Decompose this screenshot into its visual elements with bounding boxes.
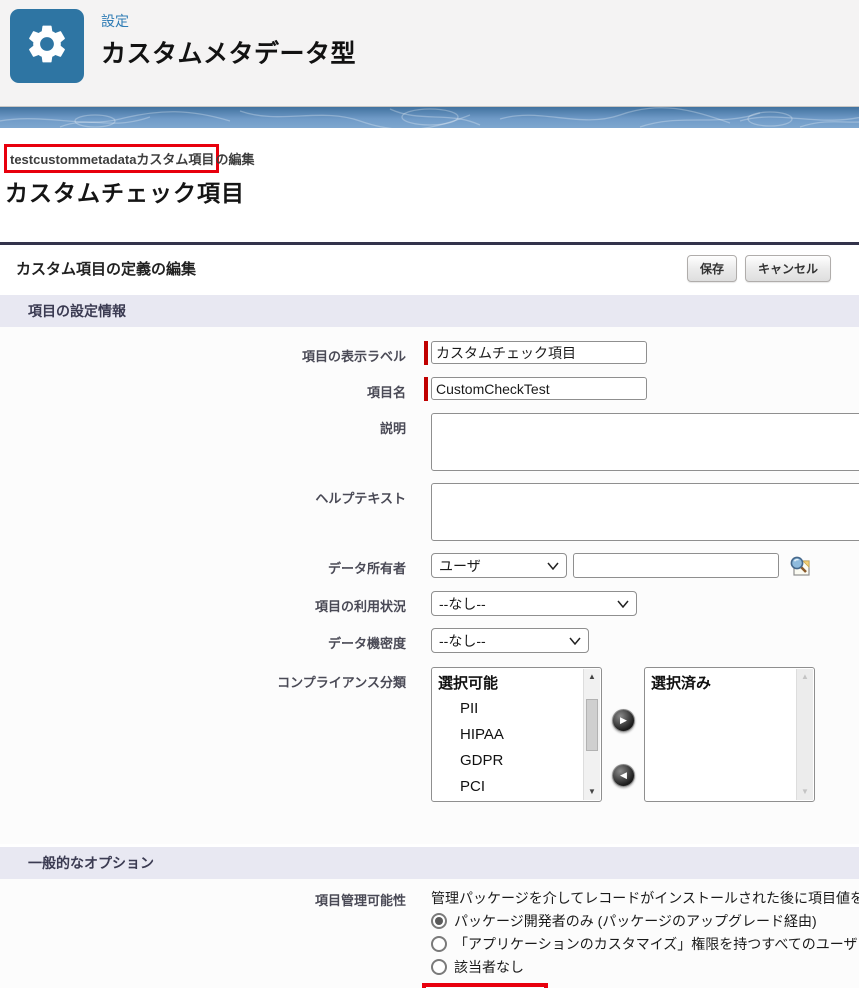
breadcrumb-area: testcustommetadataカスタム項目の編集 カスタムチェック項目 <box>0 128 859 208</box>
data-sensitivity-label: データ機密度 <box>327 636 406 651</box>
required-marker <box>424 377 428 401</box>
setup-header: 設定 カスタムメタデータ型 <box>0 0 859 107</box>
default-value-label: デフォルト値 <box>0 983 406 988</box>
arrow-left-icon: ◀ <box>620 770 627 780</box>
row-field-usage: 項目の利用状況 --なし-- <box>0 591 859 616</box>
display-label-label: 項目の表示ラベル <box>301 349 406 364</box>
row-data-sensitivity: データ機密度 --なし-- <box>0 628 859 653</box>
field-usage-value: --なし-- <box>439 595 486 612</box>
page-title: カスタムチェック項目 <box>5 180 245 206</box>
display-label-input[interactable] <box>431 341 647 364</box>
radio-option: 「アプリケーションのカスタマイズ」権限を持つすべてのユーザ (管 <box>431 934 859 954</box>
description-textarea[interactable] <box>431 413 859 471</box>
section-general-options: 一般的なオプション <box>0 847 859 879</box>
field-usage-label: 項目の利用状況 <box>314 599 406 614</box>
decorative-banner <box>0 107 859 128</box>
scrollbar-thumb[interactable] <box>586 699 598 751</box>
available-header: 選択可能 <box>438 675 499 692</box>
description-label: 説明 <box>379 421 406 436</box>
api-name-input[interactable] <box>431 377 647 400</box>
save-button[interactable]: 保存 <box>686 255 737 282</box>
field-usage-select[interactable]: --なし-- <box>431 591 637 616</box>
list-item[interactable]: PCI <box>438 774 581 800</box>
available-listbox[interactable]: 選択可能 PII HIPAA GDPR PCI ▲ ▼ <box>431 667 602 802</box>
general-options-form: 項目管理可能性 管理パッケージを介してレコードがインストールされた後に項目値を … <box>0 879 859 988</box>
selected-header: 選択済み <box>651 675 712 692</box>
cancel-button[interactable]: キャンセル <box>744 255 831 282</box>
panel-header: カスタム項目の定義の編集 保存 キャンセル <box>0 245 859 292</box>
compliance-label: コンプライアンス分類 <box>277 675 406 690</box>
section-field-info: 項目の設定情報 <box>0 295 859 327</box>
scrollbar[interactable]: ▲ ▼ <box>583 669 600 800</box>
row-help-text: ヘルプテキスト <box>0 483 859 541</box>
scroll-up-icon: ▲ <box>801 672 809 681</box>
radio-option: 該当者なし <box>431 957 859 977</box>
help-text-label: ヘルプテキスト <box>315 491 406 506</box>
scroll-up-icon[interactable]: ▲ <box>584 669 600 685</box>
row-data-owner: データ所有者 ユーザ <box>0 553 859 579</box>
manageability-description: 管理パッケージを介してレコードがインストールされた後に項目値を <box>431 890 859 906</box>
move-buttons: ▶ ◀ <box>612 709 635 787</box>
panel-title: カスタム項目の定義の編集 <box>16 261 197 278</box>
scrollbar: ▲ ▼ <box>796 669 813 800</box>
setup-gear-tile <box>10 9 84 83</box>
row-manageability: 項目管理可能性 管理パッケージを介してレコードがインストールされた後に項目値を … <box>0 889 859 977</box>
api-name-label: 項目名 <box>366 385 406 400</box>
annotation-box: チェック <box>422 983 548 988</box>
row-description: 説明 <box>0 413 859 471</box>
chevron-down-icon <box>547 562 559 570</box>
radio-label: 該当者なし <box>454 959 524 975</box>
radio-label: パッケージ開発者のみ (パッケージのアップグレード経由) <box>454 913 817 929</box>
data-owner-label: データ所有者 <box>327 561 406 576</box>
field-info-form: 項目の表示ラベル 項目名 説明 ヘルプテキス <box>0 327 859 844</box>
arrow-right-icon: ▶ <box>620 715 627 725</box>
list-item[interactable]: HIPAA <box>438 722 581 748</box>
data-owner-lookup-input[interactable] <box>573 553 779 578</box>
chevron-down-icon <box>569 637 581 645</box>
chevron-down-icon <box>617 600 629 608</box>
data-owner-type-select[interactable]: ユーザ <box>431 553 567 578</box>
list-item[interactable]: PII <box>438 696 581 722</box>
radio-option: パッケージ開発者のみ (パッケージのアップグレード経由) <box>431 911 859 931</box>
field-definition-panel: カスタム項目の定義の編集 保存 キャンセル 項目の設定情報 項目の表示ラベル 項… <box>0 242 859 988</box>
app-title: カスタムメタデータ型 <box>101 40 357 68</box>
list-item[interactable]: GDPR <box>438 748 581 774</box>
scroll-down-icon[interactable]: ▼ <box>584 784 600 800</box>
row-default-value: デフォルト値 チェック チェックなし <box>0 983 859 988</box>
data-sensitivity-value: --なし-- <box>439 632 486 649</box>
radio-package-developer[interactable] <box>431 913 447 929</box>
banner-swirl-pattern <box>0 107 859 128</box>
radio-label: 「アプリケーションのカスタマイズ」権限を持つすべてのユーザ (管 <box>454 936 859 952</box>
breadcrumb-highlight[interactable]: testcustommetadataカスタム項目 <box>4 144 220 173</box>
setup-link[interactable]: 設定 <box>101 11 356 31</box>
remove-selected-button[interactable]: ◀ <box>612 764 635 787</box>
breadcrumb-suffix: の編集 <box>215 152 255 167</box>
data-sensitivity-select[interactable]: --なし-- <box>431 628 589 653</box>
selected-listbox[interactable]: 選択済み ▲ ▼ <box>644 667 815 802</box>
row-display-label: 項目の表示ラベル <box>0 341 859 365</box>
radio-customize-app-users[interactable] <box>431 936 447 952</box>
manageability-label: 項目管理可能性 <box>314 893 406 908</box>
compliance-dual-listbox: 選択可能 PII HIPAA GDPR PCI ▲ ▼ ▶ ◀ 選択済み ▲ ▼ <box>431 667 815 802</box>
gear-icon <box>24 21 70 72</box>
row-compliance: コンプライアンス分類 選択可能 PII HIPAA GDPR PCI ▲ ▼ ▶… <box>0 667 859 802</box>
add-selected-button[interactable]: ▶ <box>612 709 635 732</box>
scroll-down-icon: ▼ <box>801 787 809 796</box>
required-marker <box>424 341 428 365</box>
help-text-textarea[interactable] <box>431 483 859 541</box>
lookup-icon[interactable] <box>786 553 813 579</box>
panel-buttons: 保存 キャンセル <box>686 255 831 282</box>
page-root: 設定 カスタムメタデータ型 testcustommetadataカスタム項目の編… <box>0 0 859 988</box>
radio-no-one[interactable] <box>431 959 447 975</box>
row-api-name: 項目名 <box>0 377 859 401</box>
breadcrumb: testcustommetadataカスタム項目の編集 <box>4 144 859 173</box>
data-owner-type-value: ユーザ <box>439 557 481 574</box>
